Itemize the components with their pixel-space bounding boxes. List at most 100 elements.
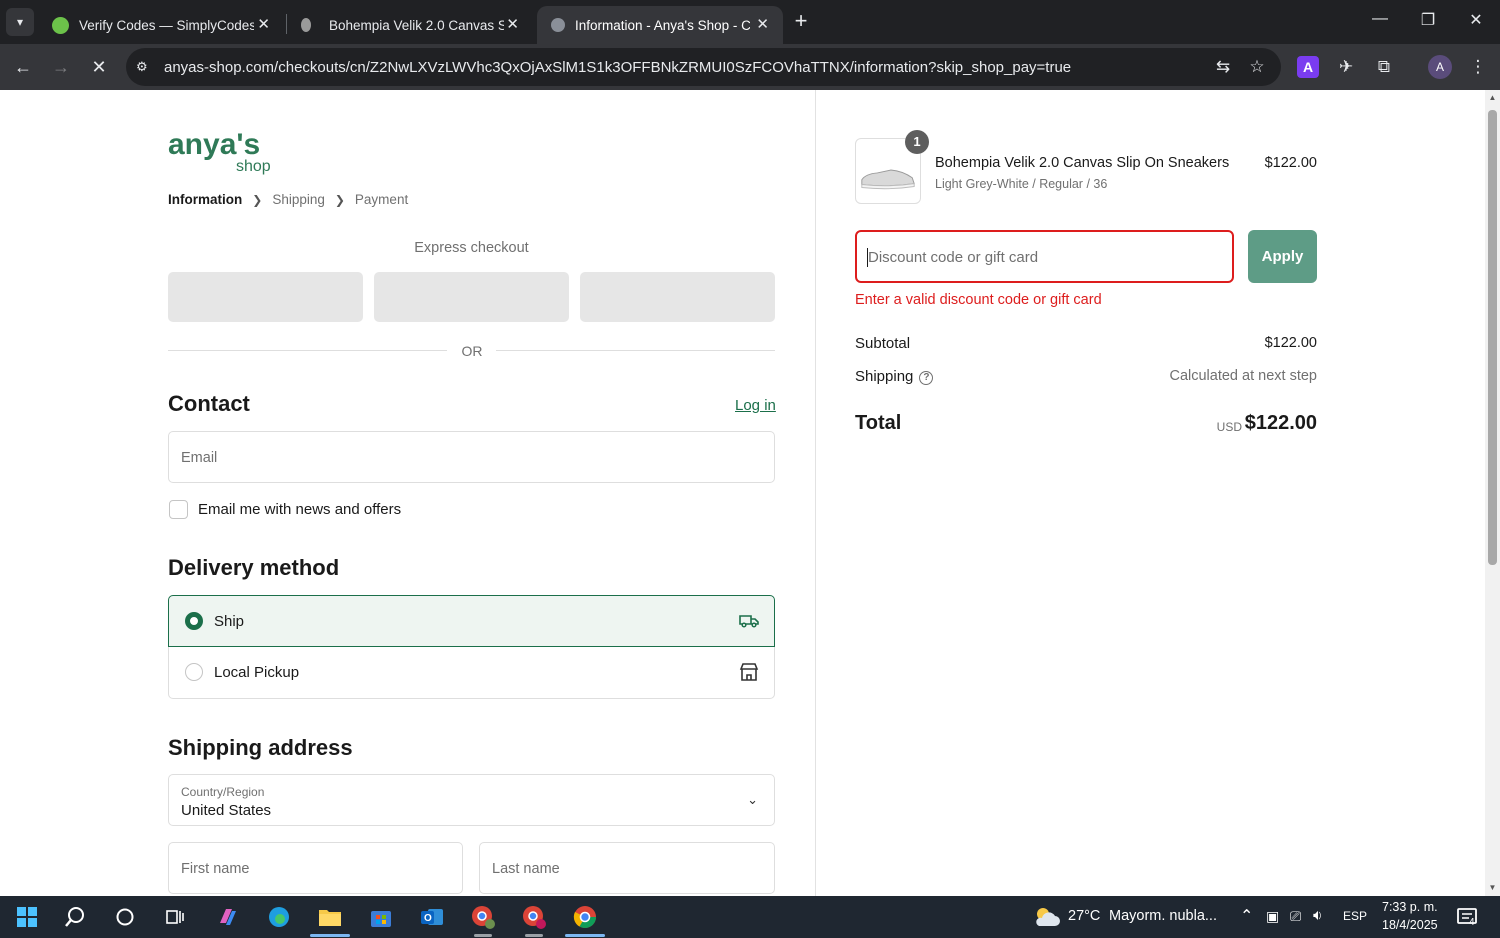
weather-cloud-icon[interactable] [1032,902,1062,932]
notification-icon[interactable] [1453,902,1483,932]
microsoft-store-icon[interactable] [366,902,396,932]
loading-favicon-icon [551,18,565,32]
discount-error-message: Enter a valid discount code or gift card [855,292,1102,308]
windows-start-icon[interactable] [12,902,42,932]
browser-tab-bohempia[interactable]: Bohempia Velik 2.0 Canvas Slip ✕ [287,6,533,44]
subtotal-label: Subtotal [855,335,911,352]
task-view-icon[interactable] [160,902,190,932]
first-name-field[interactable]: First name [168,842,463,894]
express-checkout-button-3[interactable] [580,272,775,322]
clock-date[interactable]: 18/4/2025 [1382,918,1438,932]
cortana-icon[interactable] [110,902,140,932]
text-caret [867,248,868,267]
browser-menu-icon[interactable]: ⋮ [1467,56,1489,78]
weather-description[interactable]: Mayorm. nubla... [1109,908,1217,924]
browser-tab-bar: ▾ Verify Codes — SimplyCodes ✕ Bohempia … [0,0,1500,44]
minimize-icon[interactable]: — [1370,10,1390,28]
chrome-icon[interactable] [570,902,600,932]
meet-now-icon[interactable]: ▣ [1266,908,1279,925]
discount-code-input[interactable]: Discount code or gift card [855,230,1234,283]
contact-heading: Contact [168,391,250,416]
newsletter-checkbox[interactable] [169,500,188,519]
help-question-icon[interactable]: ? [919,371,934,385]
window-close-icon[interactable]: ✕ [1466,10,1486,30]
chrome-profile-a-icon[interactable] [519,902,549,932]
scroll-up-arrow-icon[interactable]: ▲ [1488,93,1497,103]
tab-title: Information - Anya's Shop - Ch [575,17,750,33]
truck-icon [739,615,759,628]
language-indicator[interactable]: ESP [1343,909,1367,923]
profile-avatar[interactable]: A [1428,55,1452,79]
new-tab-plus-icon[interactable]: + [789,9,813,33]
quantity-badge: 1 [905,130,929,154]
bohempia-favicon-icon [301,18,311,32]
running-indicator [565,934,605,937]
divider [168,350,447,351]
chevron-up-icon[interactable]: ⌃ [1240,906,1253,926]
local-pickup-label: Local Pickup [214,664,300,681]
browser-toolbar: ← → ✕ ⚙ anyas-shop.com/checkouts/cn/Z2Nw… [0,44,1500,90]
extension-a-icon[interactable]: A [1297,56,1319,78]
breadcrumb-information: Information [168,192,243,207]
last-name-field[interactable]: Last name [479,842,775,894]
outlook-icon[interactable]: O [417,902,447,932]
express-checkout-button-1[interactable] [168,272,363,322]
volume-icon[interactable]: 🔉︎ [1313,907,1322,924]
total-currency: USD [1216,420,1242,434]
chevron-right-icon: ❯ [334,192,345,207]
notification-count: 4 [1469,917,1475,928]
file-explorer-icon[interactable] [315,902,345,932]
scrollbar-thumb[interactable] [1488,110,1497,565]
running-indicator [474,934,492,937]
restore-icon[interactable]: ❐ [1418,10,1438,30]
log-in-link[interactable]: Log in [735,397,776,414]
search-icon[interactable] [60,902,90,932]
store-icon [739,663,759,681]
anyas-shop-logo[interactable]: anya's shop [168,130,283,175]
network-icon[interactable]: ⎚ [1290,908,1301,925]
bookmark-star-icon[interactable]: ☆ [1246,57,1268,77]
svg-text:anya's: anya's [168,130,260,161]
close-tab-icon[interactable]: ✕ [756,15,769,33]
browser-tab-simplycodes[interactable]: Verify Codes — SimplyCodes ✕ [38,6,284,44]
express-checkout-button-2[interactable] [374,272,569,322]
running-indicator [310,934,350,937]
running-indicator [525,934,543,937]
forward-arrow-icon[interactable]: → [48,54,74,80]
ship-radio[interactable] [185,612,203,630]
copilot-icon[interactable] [213,902,243,932]
email-field[interactable]: Email [168,431,775,483]
email-placeholder: Email [181,450,218,466]
edge-browser-icon[interactable] [264,902,294,932]
stop-loading-icon[interactable]: ✕ [86,54,112,80]
country-region-label: Country/Region [181,785,265,799]
chrome-profile-j-icon[interactable] [468,902,498,932]
or-divider-label: OR [461,343,483,359]
site-info-icon[interactable]: ⚙ [136,59,152,75]
country-region-select[interactable]: Country/Region United States ⌄ [168,774,775,826]
delivery-option-local-pickup[interactable]: Local Pickup [168,647,775,699]
order-summary-panel [815,90,1485,896]
url-text[interactable]: anyas-shop.com/checkouts/cn/Z2NwLXVzLWVh… [164,59,1071,76]
weather-temperature[interactable]: 27°C [1068,908,1100,924]
tab-title: Bohempia Velik 2.0 Canvas Slip [329,17,504,33]
delivery-option-ship[interactable]: Ship [168,595,775,647]
browser-tab-information[interactable]: Information - Anya's Shop - Ch ✕ [537,6,783,44]
tab-search-button[interactable]: ▾ [6,8,34,36]
extension-plane-icon[interactable]: ✈ [1335,56,1357,78]
close-tab-icon[interactable]: ✕ [506,15,519,33]
clock-time[interactable]: 7:33 p. m. [1382,900,1438,914]
scroll-down-arrow-icon[interactable]: ▼ [1488,883,1497,893]
close-tab-icon[interactable]: ✕ [257,15,270,33]
extensions-puzzle-icon[interactable]: ⧉ [1373,56,1395,78]
page-scrollbar[interactable]: ▲ ▼ [1485,90,1500,896]
address-bar[interactable]: ⚙ anyas-shop.com/checkouts/cn/Z2NwLXVzLW… [126,48,1281,86]
translate-icon[interactable]: ⇆ [1212,57,1234,77]
local-pickup-radio[interactable] [185,663,203,681]
back-arrow-icon[interactable]: ← [10,54,36,80]
subtotal-value: $122.00 [1264,335,1317,351]
svg-text:O: O [424,913,432,924]
apply-button[interactable]: Apply [1248,230,1317,283]
newsletter-label[interactable]: Email me with news and offers [198,501,401,518]
shipping-summary-label: Shipping [855,368,914,385]
